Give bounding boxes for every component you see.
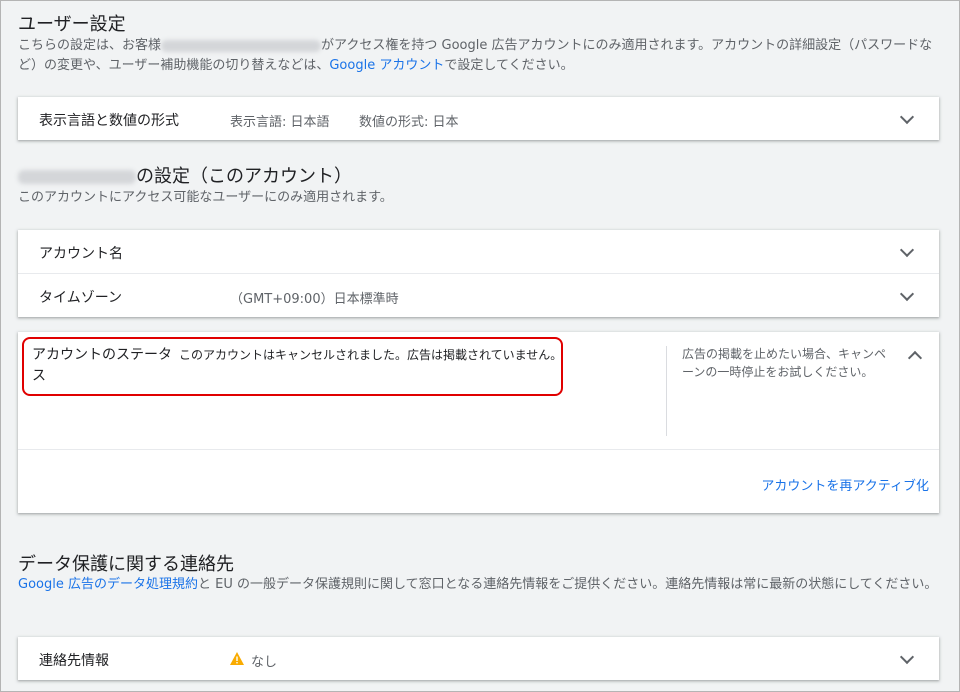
account-name-row[interactable]: アカウント名 [18,230,939,273]
redacted-email [161,39,322,52]
redacted-account-id [18,170,136,184]
contact-info-value: なし [251,655,278,670]
account-name-label: アカウント名 [39,246,123,262]
account-settings-description: このアカウントにアクセス可能なユーザーにのみ適用されます。 [18,190,393,205]
language-card: 表示言語と数値の形式 表示言語: 日本語 数値の形式: 日本 [18,97,939,140]
status-hint: 広告の掲載を止めたい場合、キャンペーンの一時停止をお試しください。 [682,347,887,379]
chevron-down-icon[interactable] [899,109,915,125]
vertical-divider [666,346,667,436]
user-settings-description: こちらの設定は、お客様 がアクセス権を持つ Google 広告アカウントにのみ適用… [18,38,933,73]
chevron-down-icon[interactable] [899,242,915,258]
google-account-link[interactable]: Google アカウント [329,58,444,73]
account-status-label: アカウントのステータス [32,347,172,384]
data-protection-title: データ保護に関する連絡先 [18,554,234,575]
chevron-up-icon[interactable] [907,350,923,366]
timezone-row[interactable]: タイムゾーン （GMT+09:00）日本標準時 [18,273,939,317]
reactivate-account-link[interactable]: アカウントを再アクティブ化 [761,475,929,494]
chevron-down-icon[interactable] [899,286,915,302]
contact-card: 連絡先情報 なし [18,637,939,680]
account-settings-title: の設定（このアカウント） [18,162,352,188]
warning-icon [230,652,244,669]
card-divider [18,449,939,450]
account-settings-card: アカウント名 タイムゾーン （GMT+09:00）日本標準時 [18,230,939,317]
account-status-card: アカウントのステータス このアカウントはキャンセルされました。広告は掲載されてい… [18,332,939,513]
display-language-value: 表示言語: 日本語 [230,115,330,130]
data-protection-description: Google 広告のデータ処理規約と EU の一般データ保護規則に関して窓口とな… [18,577,938,592]
account-status-message: このアカウントはキャンセルされました。広告は掲載されていません。 [179,348,563,362]
user-settings-title: ユーザー設定 [18,14,126,35]
timezone-label: タイムゾーン [39,290,123,306]
chevron-down-icon[interactable] [899,649,915,665]
contact-info-label: 連絡先情報 [39,653,109,669]
contact-info-row[interactable]: 連絡先情報 なし [18,637,939,680]
number-format-value: 数値の形式: 日本 [359,115,459,130]
language-row-label: 表示言語と数値の形式 [39,113,179,129]
timezone-value: （GMT+09:00）日本標準時 [230,292,399,307]
language-row[interactable]: 表示言語と数値の形式 表示言語: 日本語 数値の形式: 日本 [18,97,939,140]
data-processing-terms-link[interactable]: Google 広告のデータ処理規約 [18,577,198,592]
